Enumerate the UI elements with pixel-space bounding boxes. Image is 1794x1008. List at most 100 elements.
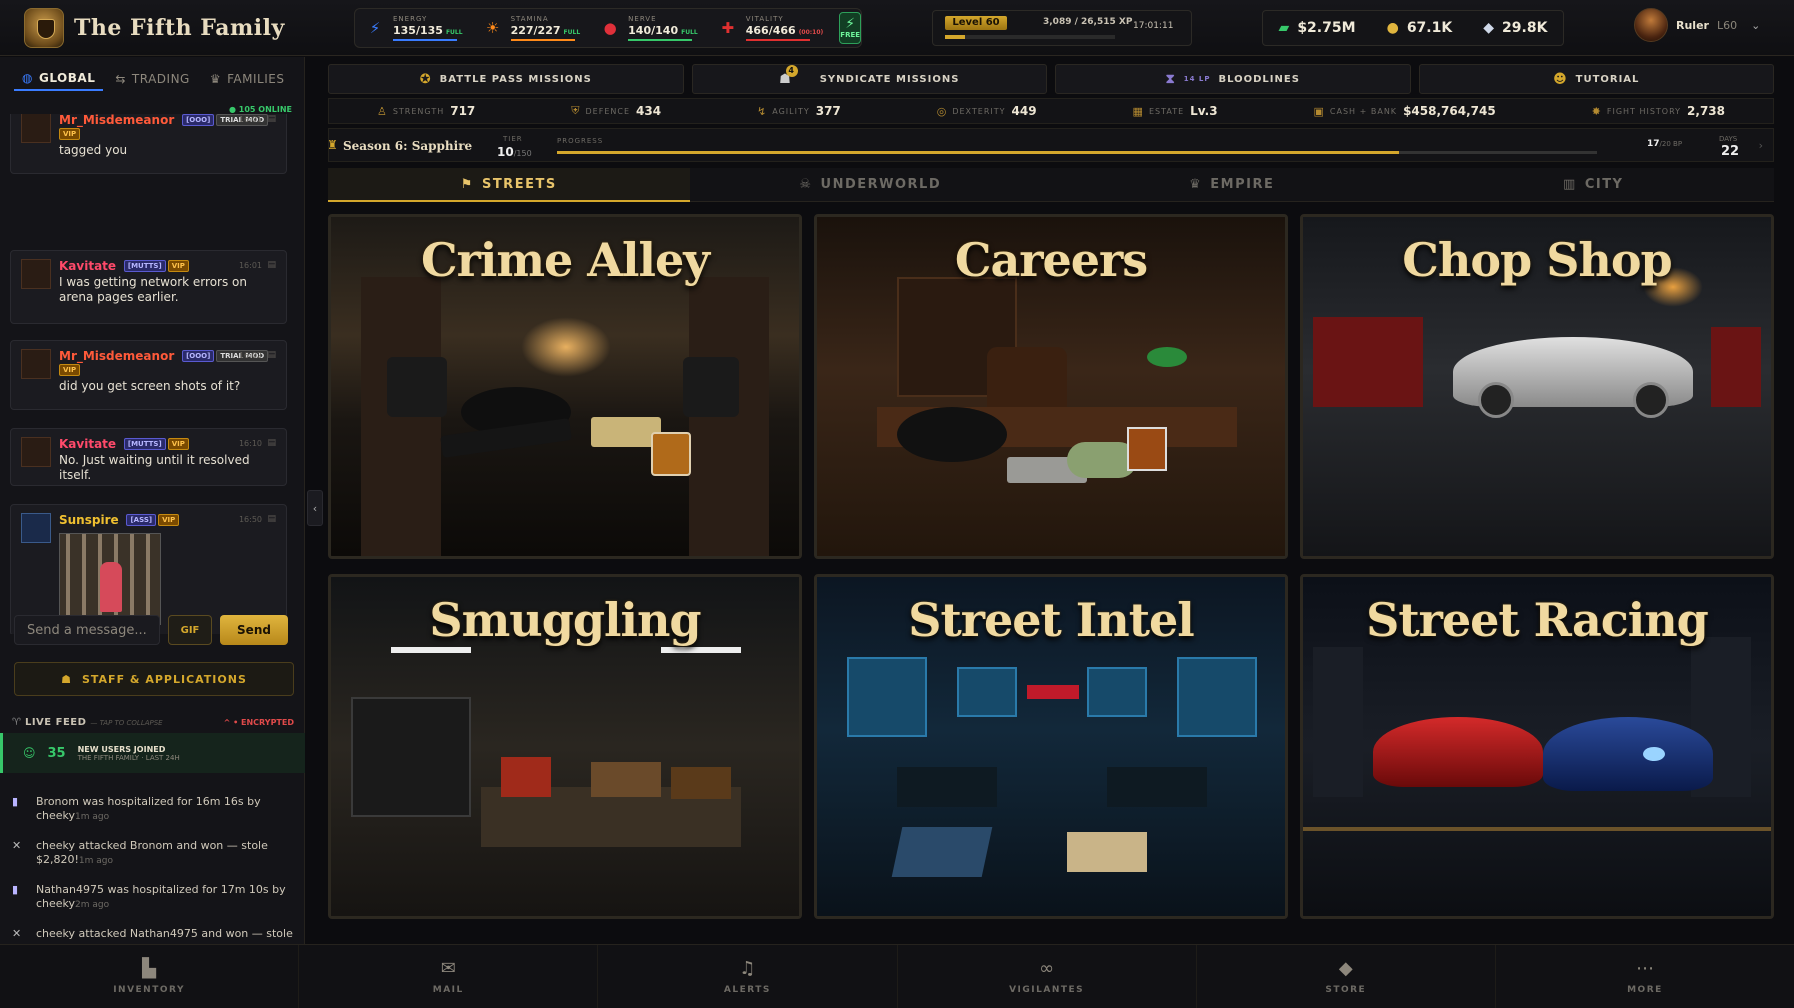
collapse-sidebar-button[interactable]: ‹ xyxy=(307,490,323,526)
free-refill-button[interactable]: ⚡ FREE xyxy=(839,12,862,44)
chat-message[interactable]: Mr_Misdemeanor [OOO] TRIAL MOD VIP 16:01 … xyxy=(10,114,287,174)
send-button[interactable]: Send xyxy=(220,615,288,645)
nav-vigilantes[interactable]: ∞ VIGILANTES xyxy=(898,945,1197,1008)
season-name: Season 6: Sapphire xyxy=(343,139,473,153)
tier-label: TIER xyxy=(503,135,523,143)
season-progress[interactable]: ♜ Season 6: Sapphire TIER 10/150 PROGRES… xyxy=(327,128,1774,162)
stat-strength[interactable]: ♙ STRENGTH 717 xyxy=(377,104,475,118)
trash-icon[interactable]: ▤ xyxy=(267,260,276,270)
chat-message[interactable]: Kavitate [MUTTS] VIP 16:01 ▤ I was gettin… xyxy=(10,250,287,324)
nav-label: INVENTORY xyxy=(113,985,185,995)
tab-trading[interactable]: ⇆ TRADING xyxy=(107,67,198,91)
tab-global[interactable]: ◍ GLOBAL xyxy=(14,67,104,91)
brand[interactable]: The Fifth Family xyxy=(24,8,285,48)
tab-empire[interactable]: ♛ EMPIRE xyxy=(1051,168,1413,202)
bloodlines-button[interactable]: ⧗ 14 LP BLOODLINES xyxy=(1055,64,1411,94)
sender-name[interactable]: Sunspire xyxy=(59,513,119,527)
chevron-up-icon: ^ xyxy=(223,718,231,727)
chat-message[interactable]: Kavitate [MUTTS] VIP 16:10 ▤ No. Just wai… xyxy=(10,428,287,486)
swords-icon: ✕ xyxy=(12,839,22,852)
tab-city[interactable]: ▥ CITY xyxy=(1412,168,1774,202)
currency-cash[interactable]: ▰ $2.75M xyxy=(1279,20,1356,36)
sender-name[interactable]: Mr_Misdemeanor xyxy=(59,114,174,127)
stat-label: VITALITY xyxy=(745,15,784,23)
chevron-right-icon[interactable]: › xyxy=(1759,139,1763,152)
currency-coins[interactable]: ● 67.1K xyxy=(1387,20,1453,36)
stat-agility[interactable]: ↯ AGILITY 377 xyxy=(757,104,841,118)
stat-nerve[interactable]: ● NERVE 140/140 FULL xyxy=(590,9,708,47)
bp-value: 17 xyxy=(1647,139,1660,149)
live-feed-header[interactable]: ♈ LIVE FEED — TAP TO COLLAPSE ^ • ENCRYP… xyxy=(12,717,294,728)
card-crime-alley[interactable]: Crime Alley xyxy=(328,214,802,559)
stat-defence[interactable]: ⛨ DEFENCE 434 xyxy=(571,104,661,118)
nav-alerts[interactable]: ♫ ALERTS xyxy=(598,945,898,1008)
stamina-bar xyxy=(510,39,575,41)
stat-label: FIGHT HISTORY xyxy=(1606,106,1682,116)
chat-messages[interactable]: Mr_Misdemeanor [OOO] TRIAL MOD VIP 16:01 … xyxy=(10,114,287,634)
card-chop-shop[interactable]: Chop Shop xyxy=(1300,214,1774,559)
message-input[interactable] xyxy=(14,615,160,645)
stat-status: FULL xyxy=(563,29,581,36)
shield-icon: ⛨ xyxy=(571,104,580,117)
tab-streets[interactable]: ⚑ STREETS xyxy=(328,168,690,202)
avatar xyxy=(21,259,51,289)
stat-vitality[interactable]: ✚ VITALITY 466/466 (00:10) xyxy=(708,9,834,47)
level-panel[interactable]: Level 60 3,089 / 26,515 XP 17:01:11 xyxy=(932,10,1192,46)
syndicate-missions-button[interactable]: ☗ 4 SYNDICATE MISSIONS xyxy=(691,64,1047,94)
card-careers[interactable]: Careers xyxy=(814,214,1288,559)
message-text: did you get screen shots of it? xyxy=(59,379,241,393)
nav-store[interactable]: ◆ STORE xyxy=(1197,945,1496,1008)
stat-value: Lv.3 xyxy=(1190,104,1218,118)
runner-icon: ↯ xyxy=(757,104,767,118)
stat-estate[interactable]: ▦ ESTATE Lv.3 xyxy=(1133,104,1218,118)
stat-label: DEFENCE xyxy=(585,106,630,116)
sender-name[interactable]: Mr_Misdemeanor xyxy=(59,349,174,363)
nav-more[interactable]: ⋯ MORE xyxy=(1496,945,1794,1008)
battle-pass-missions-button[interactable]: ✪ BATTLE PASS MISSIONS xyxy=(328,64,684,94)
nav-mail[interactable]: ✉ MAIL xyxy=(299,945,599,1008)
gif-button[interactable]: GIF xyxy=(168,615,212,645)
trash-icon[interactable]: ▤ xyxy=(267,114,276,124)
crown-icon: ♛ xyxy=(209,72,222,86)
stat-status: FULL xyxy=(445,29,463,36)
stat-stamina[interactable]: ☀ STAMINA 227/227 FULL xyxy=(473,9,591,47)
tutorial-button[interactable]: ☻ TUTORIAL xyxy=(1418,64,1774,94)
trash-icon[interactable]: ▤ xyxy=(267,350,276,360)
card-street-intel[interactable]: Street Intel xyxy=(814,574,1288,919)
nav-inventory[interactable]: ▙ INVENTORY xyxy=(0,945,300,1008)
tab-families[interactable]: ♛ FAMILIES xyxy=(202,67,293,91)
new-users-line2: THE FIFTH FAMILY · LAST 24H xyxy=(77,753,180,762)
season-progress-fill xyxy=(557,151,1400,154)
backpack-icon: ▙ xyxy=(142,958,156,979)
currency-diamonds[interactable]: ◆ 29.8K xyxy=(1483,20,1547,36)
globe-icon: ◍ xyxy=(22,71,33,85)
stat-value: 2,738 xyxy=(1687,104,1726,118)
tag-vip: VIP xyxy=(167,438,189,450)
sender-name[interactable]: Kavitate xyxy=(59,437,116,451)
user-menu[interactable]: Ruler L60 ⌄ xyxy=(1634,8,1760,42)
feed-ago: 2m ago xyxy=(75,900,110,910)
stat-dexterity[interactable]: ◎ DEXTERITY 449 xyxy=(937,104,1037,118)
strength-icon: ♙ xyxy=(376,104,387,118)
card-smuggling[interactable]: Smuggling xyxy=(328,574,802,919)
sender-name[interactable]: Kavitate xyxy=(59,259,116,273)
staff-applications-button[interactable]: ☗ STAFF & APPLICATIONS xyxy=(14,662,294,696)
stat-cash-bank[interactable]: ▣ CASH + BANK $458,764,745 xyxy=(1314,104,1496,118)
tag-family: [OOO] xyxy=(182,350,215,362)
stat-fight-history[interactable]: ✸ FIGHT HISTORY 2,738 xyxy=(1592,104,1725,118)
stat-value: 434 xyxy=(636,104,662,118)
zone-tabs: ⚑ STREETS ☠ UNDERWORLD ♛ EMPIRE ▥ CITY xyxy=(328,168,1774,202)
season-icon: ♜ xyxy=(327,138,338,152)
stat-value: 449 xyxy=(1011,104,1037,118)
card-street-racing[interactable]: Street Racing xyxy=(1300,574,1774,919)
trash-icon[interactable]: ▤ xyxy=(267,438,276,448)
swords-icon: ✕ xyxy=(12,927,22,940)
feed-item: ▮ Nathan4975 was hospitalized for 17m 10… xyxy=(12,883,294,912)
trash-icon[interactable]: ▤ xyxy=(267,514,276,524)
stat-energy[interactable]: ⚡ ENERGY 135/135 FULL xyxy=(355,9,473,47)
coins-value: 67.1K xyxy=(1406,20,1453,36)
tab-underworld[interactable]: ☠ UNDERWORLD xyxy=(689,168,1051,202)
chat-message[interactable]: Mr_Misdemeanor [OOO] TRIAL MOD VIP 16:02 … xyxy=(10,340,287,410)
player-stats: ♙ STRENGTH 717 ⛨ DEFENCE 434 ↯ AGILITY 377 ◎ DE… xyxy=(328,98,1774,124)
message-image[interactable] xyxy=(59,533,161,625)
